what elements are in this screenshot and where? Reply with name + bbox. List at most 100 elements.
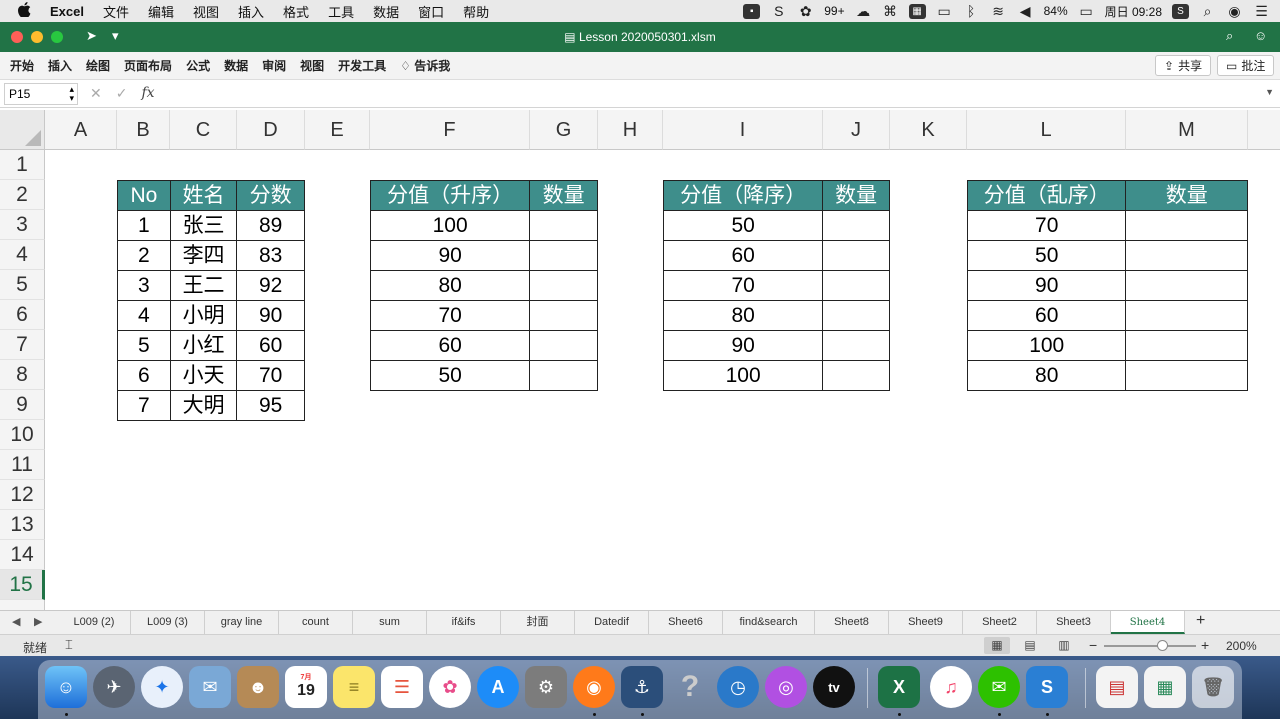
cloud-icon[interactable]: ☁: [855, 3, 872, 19]
menu-tools[interactable]: 工具: [328, 2, 354, 21]
col-header-l[interactable]: L: [967, 110, 1126, 150]
macro-record-icon[interactable]: ⌶: [65, 637, 73, 653]
cell-count[interactable]: [1125, 330, 1248, 361]
spotlight-icon[interactable]: ⌕: [1199, 3, 1216, 19]
row-header-5[interactable]: 5: [0, 270, 45, 300]
sheet-tab-l009-3[interactable]: L009 (3): [131, 611, 205, 634]
airplay-icon[interactable]: ▭: [936, 3, 953, 19]
cell-count[interactable]: [529, 300, 598, 331]
menu-edit[interactable]: 编辑: [148, 2, 174, 21]
cell-count[interactable]: [1125, 240, 1248, 271]
cell-score-value[interactable]: 90: [966, 270, 1127, 301]
wechat-dock-icon[interactable]: ✉: [978, 666, 1020, 708]
safari-icon[interactable]: ✦: [141, 666, 183, 708]
sheet-tab-cover[interactable]: 封面: [501, 611, 575, 634]
cell-count[interactable]: [822, 240, 890, 271]
row-header-1[interactable]: 1: [0, 150, 45, 180]
cell-count[interactable]: [1125, 360, 1248, 391]
header-count[interactable]: 数量: [529, 180, 598, 211]
cell-count[interactable]: [529, 210, 598, 241]
cell-score-value[interactable]: 100: [369, 210, 531, 241]
cell-count[interactable]: [1125, 300, 1248, 331]
tell-me[interactable]: ♢ 告诉我: [400, 57, 450, 74]
row-header-6[interactable]: 6: [0, 300, 45, 330]
col-header-b[interactable]: B: [117, 110, 170, 150]
grid-app-icon[interactable]: ▦: [908, 3, 926, 19]
tab-developer[interactable]: 开发工具: [338, 57, 386, 74]
cell-count[interactable]: [822, 300, 890, 331]
cell-no[interactable]: 6: [117, 360, 171, 391]
name-box[interactable]: P15 ▴ ▾: [4, 83, 78, 105]
sheet-tab-sheet2[interactable]: Sheet2: [963, 611, 1037, 634]
sheet-tab-gray-line[interactable]: gray line: [205, 611, 279, 634]
expand-formula-icon[interactable]: ▼: [1265, 87, 1274, 97]
cancel-icon[interactable]: ✕: [90, 85, 102, 102]
worksheet-grid[interactable]: A B C D E F G H I J K L M 1 2 3 4 5 6 7 …: [0, 110, 1280, 610]
row-header-9[interactable]: 9: [0, 390, 45, 420]
header-count[interactable]: 数量: [822, 180, 890, 211]
cell-count[interactable]: [822, 360, 890, 391]
cell-count[interactable]: [822, 330, 890, 361]
add-sheet-button[interactable]: +: [1196, 612, 1205, 630]
tab-view[interactable]: 视图: [300, 57, 324, 74]
cell-no[interactable]: 3: [117, 270, 171, 301]
menu-file[interactable]: 文件: [103, 2, 129, 21]
document-stack-icon[interactable]: ▤: [1096, 666, 1138, 708]
cell-score-value[interactable]: 100: [966, 330, 1127, 361]
menu-help[interactable]: 帮助: [463, 2, 489, 21]
notes-icon[interactable]: ≡: [333, 666, 375, 708]
confirm-icon[interactable]: ✓: [116, 85, 128, 102]
header-count[interactable]: 数量: [1125, 180, 1248, 211]
cell-count[interactable]: [822, 210, 890, 241]
sheet-tab-sheet3[interactable]: Sheet3: [1037, 611, 1111, 634]
row-header-11[interactable]: 11: [0, 450, 45, 480]
tab-page-layout[interactable]: 页面布局: [124, 57, 172, 74]
zoom-in-button[interactable]: +: [1201, 637, 1209, 653]
cell-count[interactable]: [1125, 270, 1248, 301]
cell-score[interactable]: 90: [236, 300, 305, 331]
firefox-icon[interactable]: ◉: [573, 666, 615, 708]
tab-review[interactable]: 审阅: [262, 57, 286, 74]
col-header-k[interactable]: K: [890, 110, 967, 150]
zoom-out-button[interactable]: −: [1089, 637, 1097, 653]
cell-score-value[interactable]: 50: [662, 210, 824, 241]
cell-score[interactable]: 89: [236, 210, 305, 241]
volume-icon[interactable]: ◀: [1017, 3, 1034, 19]
col-header-h[interactable]: H: [598, 110, 663, 150]
cell-name[interactable]: 小红: [169, 330, 238, 361]
unknown-app-icon[interactable]: ?: [669, 666, 711, 708]
cell-score-value[interactable]: 60: [662, 240, 824, 271]
cell-count[interactable]: [1125, 210, 1248, 241]
cell-score-value[interactable]: 50: [966, 240, 1127, 271]
podcasts-icon[interactable]: ◎: [765, 666, 807, 708]
comments-button[interactable]: ▭ 批注: [1217, 55, 1275, 76]
cell-name[interactable]: 张三: [169, 210, 238, 241]
row-header-13[interactable]: 13: [0, 510, 45, 540]
contacts-icon[interactable]: ☻: [237, 666, 279, 708]
row-header-3[interactable]: 3: [0, 210, 45, 240]
col-header-i[interactable]: I: [663, 110, 823, 150]
menu-insert[interactable]: 插入: [238, 2, 264, 21]
header-score-asc[interactable]: 分值（升序）: [369, 180, 531, 211]
col-header-c[interactable]: C: [170, 110, 237, 150]
page-layout-view-button[interactable]: ▤: [1017, 637, 1043, 654]
system-preferences-icon[interactable]: ⚙: [525, 666, 567, 708]
col-header-d[interactable]: D: [237, 110, 305, 150]
cell-score-value[interactable]: 80: [662, 300, 824, 331]
sheet-tab-find-search[interactable]: find&search: [723, 611, 815, 634]
wechat-icon[interactable]: ✿: [797, 3, 814, 19]
cell-count[interactable]: [529, 330, 598, 361]
cell-name[interactable]: 大明: [169, 390, 238, 421]
cell-count[interactable]: [529, 360, 598, 391]
prev-sheet-icon[interactable]: ◀: [12, 615, 20, 628]
row-header-8[interactable]: 8: [0, 360, 45, 390]
mysql-workbench-icon[interactable]: ⚓: [621, 666, 663, 708]
col-header-g[interactable]: G: [530, 110, 598, 150]
sheet-tab-sum[interactable]: sum: [353, 611, 427, 634]
col-header-j[interactable]: J: [823, 110, 890, 150]
col-header-m[interactable]: M: [1126, 110, 1248, 150]
calendar-icon[interactable]: 7月 19: [285, 666, 327, 708]
cell-no[interactable]: 5: [117, 330, 171, 361]
cell-score-value[interactable]: 70: [966, 210, 1127, 241]
sheet-tab-if-ifs[interactable]: if&ifs: [427, 611, 501, 634]
